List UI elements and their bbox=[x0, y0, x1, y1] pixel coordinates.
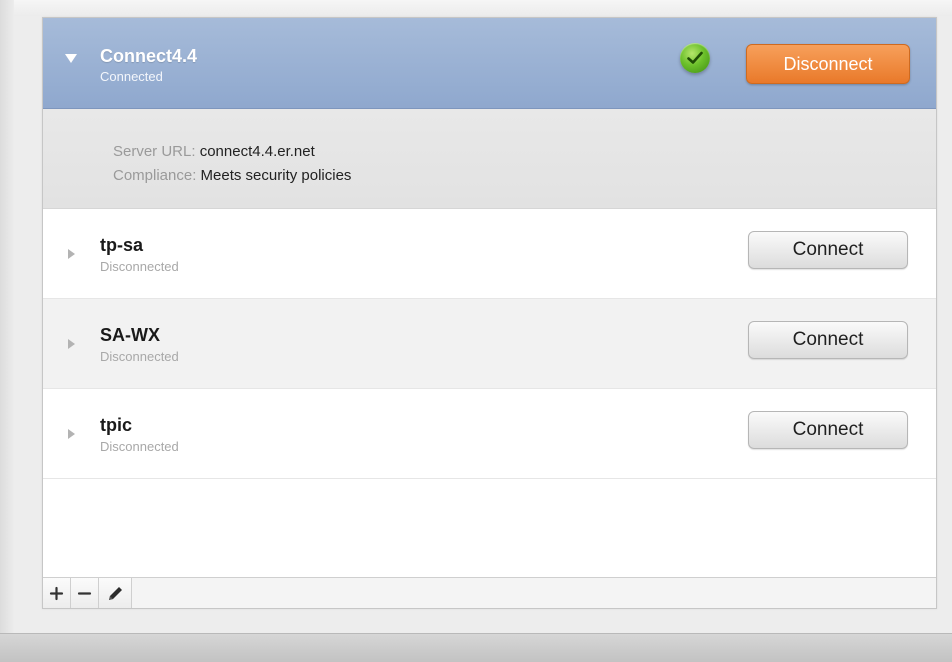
connection-row[interactable]: SA-WX Disconnected Connect bbox=[43, 299, 936, 389]
server-url-label: Server URL: bbox=[113, 143, 196, 160]
compliance-line: Compliance: Meets security policies bbox=[113, 167, 351, 184]
connection-name: tp-sa bbox=[100, 235, 144, 255]
connect-button[interactable]: Connect bbox=[748, 321, 908, 359]
connections-panel: Connect4.4 Connected Disconnect Server U… bbox=[42, 17, 937, 609]
connection-status: Disconnected bbox=[100, 439, 179, 454]
compliance-label: Compliance: bbox=[113, 167, 197, 184]
check-icon bbox=[680, 43, 710, 73]
plus-icon bbox=[49, 586, 64, 601]
active-connection-status: Connected bbox=[100, 69, 163, 84]
disclosure-triangle-closed-icon[interactable] bbox=[68, 339, 75, 349]
disclosure-triangle-closed-icon[interactable] bbox=[68, 249, 75, 259]
compliance-value: Meets security policies bbox=[200, 167, 352, 184]
window-top-edge bbox=[0, 0, 952, 16]
disclosure-triangle-open-icon[interactable] bbox=[65, 54, 77, 63]
window-bottom-bar bbox=[0, 633, 952, 662]
edit-button[interactable] bbox=[99, 578, 132, 608]
connection-status: Disconnected bbox=[100, 349, 179, 364]
disconnect-button[interactable]: Disconnect bbox=[746, 44, 910, 84]
connection-name: tpic bbox=[100, 415, 133, 435]
connect-button[interactable]: Connect bbox=[748, 231, 908, 269]
server-url-line: Server URL: connect4.4.er.net bbox=[113, 143, 315, 160]
connection-row[interactable]: tpic Disconnected Connect bbox=[43, 389, 936, 479]
connect-button[interactable]: Connect bbox=[748, 411, 908, 449]
window-left-edge bbox=[0, 0, 14, 662]
server-url-value: connect4.4.er.net bbox=[199, 143, 315, 160]
connection-row[interactable]: tp-sa Disconnected Connect bbox=[43, 209, 936, 299]
minus-icon bbox=[77, 592, 92, 595]
active-connection-name: Connect4.4 bbox=[100, 46, 198, 66]
connection-status: Disconnected bbox=[100, 259, 179, 274]
add-button[interactable] bbox=[43, 578, 71, 608]
connection-details: Server URL: connect4.4.er.net Compliance… bbox=[43, 109, 936, 209]
list-toolbar bbox=[43, 577, 936, 608]
disclosure-triangle-closed-icon[interactable] bbox=[68, 429, 75, 439]
active-connection-header[interactable]: Connect4.4 Connected Disconnect bbox=[43, 18, 936, 109]
pencil-icon bbox=[109, 587, 122, 600]
remove-button[interactable] bbox=[71, 578, 99, 608]
connection-name: SA-WX bbox=[100, 325, 160, 345]
